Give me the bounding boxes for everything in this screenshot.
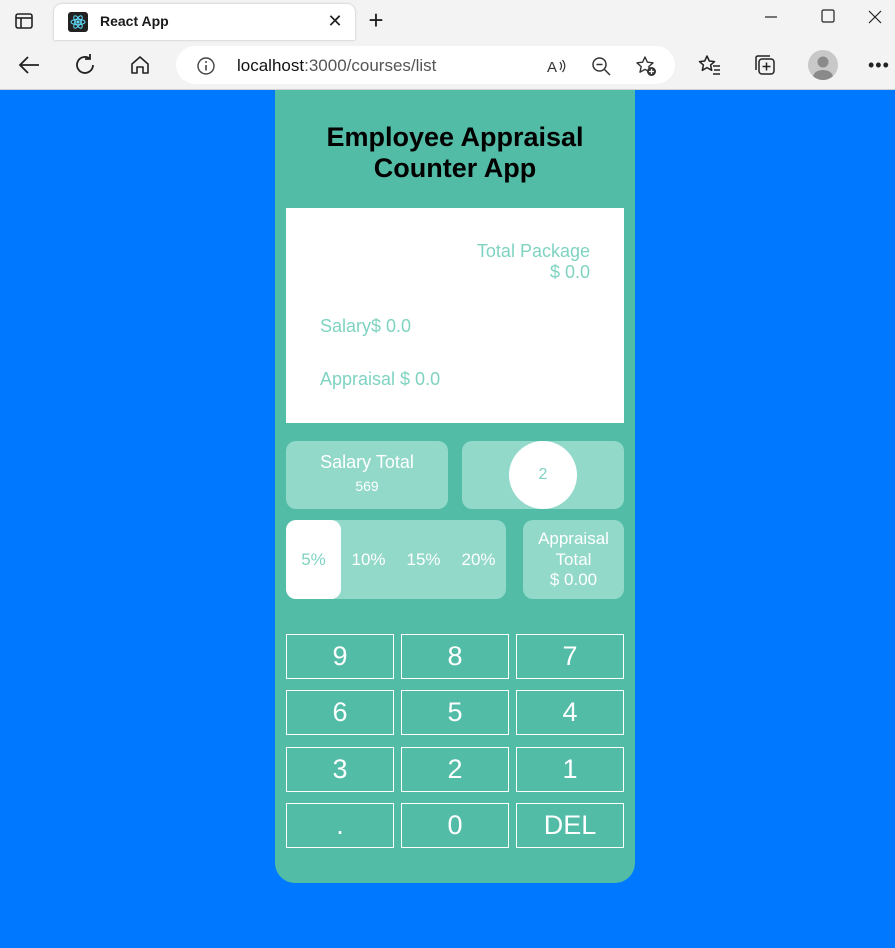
appraisal-total-value: $ 0.00: [549, 570, 598, 589]
home-icon[interactable]: [127, 52, 153, 78]
favorites-icon[interactable]: [697, 52, 723, 78]
tab-bar: React App ✕ +: [0, 0, 895, 42]
percent-option-20[interactable]: 20%: [451, 520, 506, 599]
appraisal-display: Appraisal $ 0.0: [320, 369, 441, 389]
address-bar[interactable]: localhost:3000/courses/list A: [176, 46, 675, 84]
read-aloud-icon[interactable]: A: [546, 55, 568, 77]
svg-text:A: A: [547, 59, 557, 76]
percent-option-5[interactable]: 5%: [286, 520, 341, 599]
salary-total-card[interactable]: Salary Total 569: [286, 441, 448, 509]
appraisal-total-label: Appraisal Total: [538, 529, 609, 569]
close-tab-icon[interactable]: ✕: [326, 12, 344, 30]
counter-badge[interactable]: 2: [509, 441, 577, 509]
key-6[interactable]: 6: [286, 690, 394, 735]
key-1[interactable]: 1: [516, 747, 624, 792]
app-title: Employee Appraisal Counter App: [326, 122, 584, 183]
more-options-icon[interactable]: •••: [868, 52, 894, 78]
react-logo-icon: [68, 12, 88, 32]
salary-total-value: 569: [355, 478, 379, 494]
profile-avatar-icon[interactable]: [808, 50, 838, 80]
key-7[interactable]: 7: [516, 634, 624, 679]
collections-icon[interactable]: [752, 52, 778, 78]
key-decimal[interactable]: .: [286, 803, 394, 848]
close-window-icon[interactable]: [862, 6, 888, 28]
back-arrow-icon[interactable]: [17, 52, 43, 78]
site-info-icon[interactable]: [196, 56, 216, 76]
total-package-value: $ 0.0: [549, 262, 590, 282]
url-host: localhost: [237, 56, 305, 75]
key-5[interactable]: 5: [401, 690, 509, 735]
key-4[interactable]: 4: [516, 690, 624, 735]
key-delete[interactable]: DEL: [516, 803, 624, 848]
appraisal-total-card: Appraisal Total $ 0.00: [523, 520, 624, 599]
nav-bar: localhost:3000/courses/list A •••: [0, 42, 895, 90]
url-path: :3000/courses/list: [304, 56, 437, 75]
total-package-label: Total Package: [476, 241, 590, 261]
reload-icon[interactable]: [72, 52, 98, 78]
tab-react-app[interactable]: React App ✕: [54, 4, 355, 40]
key-0[interactable]: 0: [401, 803, 509, 848]
maximize-icon[interactable]: [815, 6, 841, 28]
percent-selector: 5% 10% 15% 20%: [286, 520, 506, 599]
key-8[interactable]: 8: [401, 634, 509, 679]
salary-total-label: Salary Total: [320, 452, 414, 472]
appraisal-app: Employee Appraisal Counter App Total Pac…: [275, 90, 635, 883]
counter-card[interactable]: 2: [462, 441, 624, 509]
key-3[interactable]: 3: [286, 747, 394, 792]
result-display: Total Package $ 0.0 Salary$ 0.0 Appraisa…: [286, 208, 624, 423]
key-2[interactable]: 2: [401, 747, 509, 792]
new-tab-icon[interactable]: +: [364, 7, 388, 33]
minimize-icon[interactable]: [758, 6, 784, 28]
url-text[interactable]: localhost:3000/courses/list: [237, 56, 436, 76]
salary-display: Salary$ 0.0: [320, 316, 412, 336]
browser-chrome: React App ✕ + localhost:3000/courses/lis…: [0, 0, 895, 90]
tab-title: React App: [100, 13, 169, 29]
percent-option-10[interactable]: 10%: [341, 520, 396, 599]
tab-actions-icon[interactable]: [14, 11, 34, 31]
zoom-out-icon[interactable]: [590, 55, 612, 77]
add-favorite-icon[interactable]: [635, 55, 657, 77]
key-9[interactable]: 9: [286, 634, 394, 679]
percent-option-15[interactable]: 15%: [396, 520, 451, 599]
